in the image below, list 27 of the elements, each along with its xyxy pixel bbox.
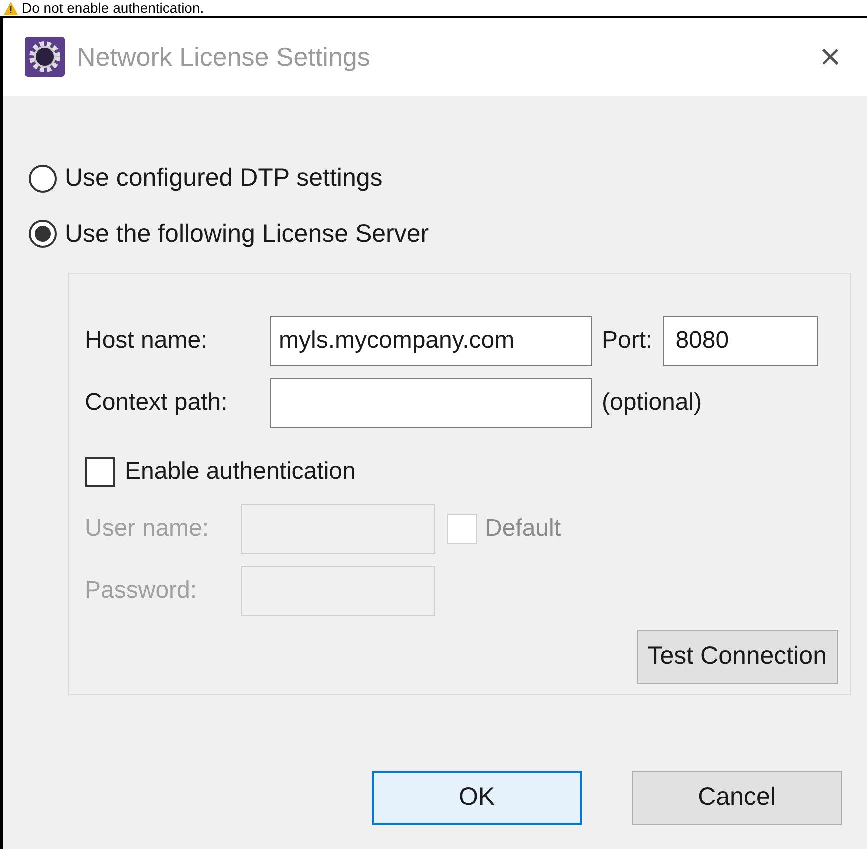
- checkbox-label: Default: [485, 514, 562, 544]
- dialog-button[interactable]: OK: [372, 771, 582, 825]
- dialog-button[interactable]: Cancel: [632, 771, 842, 825]
- window-title: Network License Settings: [77, 40, 370, 74]
- checkbox-label: Enable authentication: [125, 457, 356, 487]
- radio-option[interactable]: Use the following License Server: [29, 216, 867, 253]
- host-name-field[interactable]: myls.mycompany.com: [270, 316, 592, 366]
- radio-button[interactable]: [29, 220, 57, 248]
- user-name-label: User name:: [85, 514, 210, 544]
- password-label: Password:: [85, 576, 198, 606]
- radio-button[interactable]: [29, 164, 57, 193]
- test-connection-button[interactable]: Test Connection: [636, 630, 838, 684]
- context-path-label: Context path:: [85, 388, 229, 418]
- radio-option[interactable]: Use configured DTP settings: [29, 160, 867, 198]
- optional-hint: (optional): [602, 388, 702, 418]
- radio-label: Use the following License Server: [65, 218, 430, 250]
- warning-icon: [4, 2, 18, 14]
- port-field[interactable]: 8080: [662, 316, 818, 366]
- gear-icon: [25, 37, 65, 77]
- host-name-label: Host name:: [85, 326, 209, 356]
- radio-label: Use configured DTP settings: [65, 163, 383, 194]
- user-name-field[interactable]: [241, 504, 435, 554]
- warning-note: Do not enable authentication.: [22, 0, 204, 16]
- port-label: Port:: [602, 326, 653, 356]
- close-button[interactable]: ×: [812, 39, 849, 75]
- password-field[interactable]: [241, 566, 435, 616]
- context-path-field[interactable]: [270, 378, 592, 428]
